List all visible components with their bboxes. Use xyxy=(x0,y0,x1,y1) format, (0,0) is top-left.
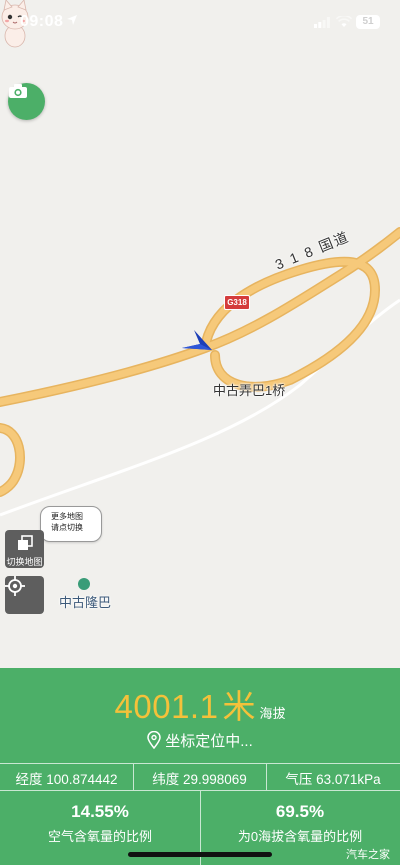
signal-icon xyxy=(314,17,330,28)
battery-indicator: 51 xyxy=(356,15,380,29)
locating-status: 坐标定位中... xyxy=(0,730,400,751)
locate-button[interactable] xyxy=(5,576,44,614)
oxygen-sea-label: 为0海拔含氧量的比例 xyxy=(237,829,363,844)
status-bar: 09:08 51 xyxy=(0,0,400,44)
crosshair-icon xyxy=(5,576,25,596)
village-label: 中古隆巴 xyxy=(59,595,112,610)
village-marker-icon xyxy=(78,578,90,590)
minor-road xyxy=(0,298,400,517)
bridge-label: 中古弄巴1桥 xyxy=(213,383,286,398)
locating-text: 坐标定位中... xyxy=(165,733,253,750)
altitude-panel: 4001.1 米海拔 坐标定位中... 经度 100.874442 纬度 29.9… xyxy=(0,668,400,865)
highway-shield: G318 xyxy=(224,295,250,310)
camera-button[interactable] xyxy=(8,83,45,120)
altitude-unit: 米 xyxy=(222,688,256,725)
bubble-line-1: 更多地图 xyxy=(51,512,83,521)
layers-icon xyxy=(18,535,33,550)
map-canvas[interactable] xyxy=(0,0,400,668)
altitude-row: 4001.1 米海拔 xyxy=(0,680,400,728)
oxygen-ratio-label: 空气含氧量的比例 xyxy=(47,829,152,844)
longitude-value: 经度 100.874442 xyxy=(15,772,118,787)
switch-map-label: 切换地图 xyxy=(6,557,43,567)
bubble-line-2: 请点切换 xyxy=(51,523,83,532)
altitude-label: 海拔 xyxy=(259,706,286,721)
location-arrow-icon xyxy=(67,15,77,25)
switch-hint-bubble[interactable]: 更多地图 请点切换 xyxy=(40,506,102,542)
status-time: 09:08 xyxy=(20,13,64,30)
watermark: 汽车之家 xyxy=(346,849,390,861)
latitude-value: 纬度 29.998069 xyxy=(152,772,247,787)
altitude-value: 4001.1 xyxy=(114,688,219,725)
wifi-icon xyxy=(336,16,352,27)
oxygen-sea-value: 69.5% xyxy=(275,802,325,821)
switch-map-button[interactable]: 切换地图 xyxy=(5,530,44,568)
oxygen-ratio-value: 14.55% xyxy=(71,802,129,821)
home-indicator[interactable] xyxy=(128,852,272,857)
pressure-value: 气压 63.071kPa xyxy=(285,772,381,787)
camera-icon xyxy=(9,84,27,98)
location-pin-icon xyxy=(147,731,161,749)
divider xyxy=(0,763,400,764)
map-view[interactable]: G318 3 1 8 国道 中古弄巴1桥 中古隆巴 更多地图 请点切换 切换地图 xyxy=(0,0,400,668)
